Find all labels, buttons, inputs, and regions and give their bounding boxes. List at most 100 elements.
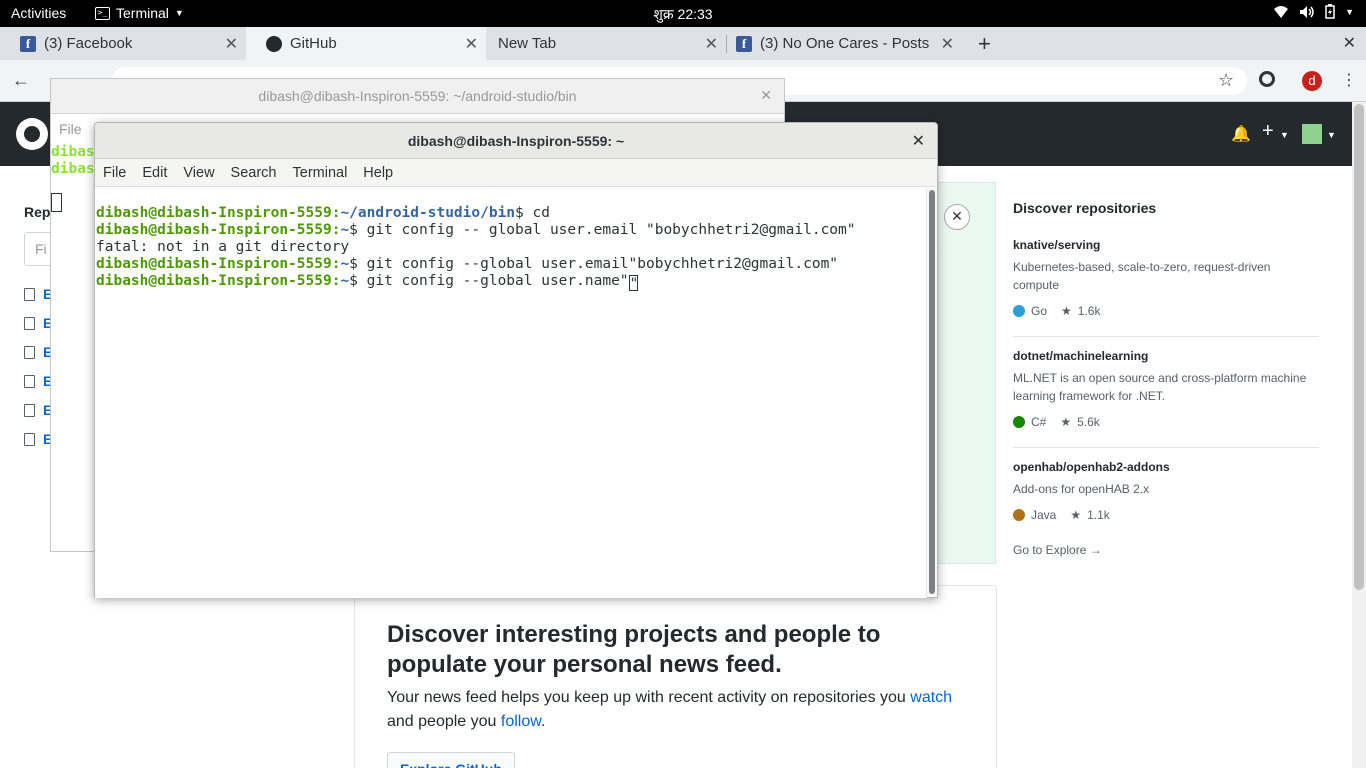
extension-icon[interactable] <box>1259 71 1275 87</box>
volume-icon <box>1300 5 1314 18</box>
repo-book-icon <box>24 316 35 330</box>
menu-search[interactable]: Search <box>231 165 286 181</box>
watch-link[interactable]: watch <box>910 689 952 706</box>
menu-view[interactable]: View <box>183 165 223 181</box>
repo-language: C# <box>1031 415 1047 429</box>
close-icon[interactable]: ✕ <box>941 34 954 54</box>
discover-description: Your news feed helps you keep up with re… <box>387 689 953 730</box>
repo-list-item[interactable]: E <box>24 315 52 331</box>
close-icon[interactable]: ✕ <box>944 204 970 230</box>
menu-help[interactable]: Help <box>363 165 402 181</box>
menu-edit[interactable]: Edit <box>142 165 176 181</box>
terminal-line: dibash@dibash-Inspiron-5559:~$ git confi… <box>96 256 839 272</box>
close-icon[interactable]: ✕ <box>705 34 718 54</box>
discover-repo-item: knative/serving Kubernetes-based, scale-… <box>1013 238 1319 337</box>
repo-book-icon <box>24 374 35 388</box>
window-close-icon[interactable]: ✕ <box>1343 33 1356 53</box>
system-tray[interactable]: ▼ <box>1273 4 1354 19</box>
tab-new-tab[interactable]: New Tab ✕ <box>486 27 726 60</box>
tab-no-one-cares[interactable]: f (3) No One Cares - Posts ✕ <box>726 27 966 60</box>
page-scrollbar-thumb[interactable] <box>1354 104 1364 590</box>
chevron-down-icon: ▼ <box>1327 130 1336 140</box>
repo-list-item[interactable]: E <box>24 431 52 447</box>
follow-link[interactable]: follow <box>501 713 541 730</box>
terminal-output[interactable]: dibash@dibash-Inspiron-5559:~/android-st… <box>95 188 927 598</box>
user-avatar[interactable] <box>1302 124 1322 144</box>
repo-name-link[interactable]: knative/serving <box>1013 238 1319 252</box>
browser-menu-icon[interactable]: ⋮ <box>1341 70 1357 90</box>
repo-name-link[interactable]: openhab/openhab2-addons <box>1013 460 1319 474</box>
terminal-line: dibas <box>51 161 95 177</box>
menu-file[interactable]: File <box>59 121 82 137</box>
terminal-window[interactable]: dibash@dibash-Inspiron-5559: ~ ✕ File Ed… <box>94 122 938 598</box>
repo-stars-link[interactable]: 1.1k <box>1087 508 1110 522</box>
terminal-icon: >_ <box>95 6 110 20</box>
chevron-down-icon: ▼ <box>1345 6 1354 17</box>
repo-stars-link[interactable]: 1.6k <box>1078 304 1101 318</box>
notifications-bell-icon[interactable]: 🔔 <box>1231 124 1251 144</box>
terminal-line: dibas <box>51 144 95 160</box>
tab-label: (3) No One Cares - Posts <box>760 35 930 52</box>
divider <box>1013 336 1319 337</box>
tab-label: (3) Facebook <box>44 35 133 52</box>
window-title[interactable]: dibash@dibash-Inspiron-5559: ~ <box>95 123 937 159</box>
repo-list-item[interactable]: E <box>24 373 52 389</box>
discover-repo-item: dotnet/machinelearning ML.NET is an open… <box>1013 349 1319 448</box>
repo-stars-link[interactable]: 5.6k <box>1077 415 1100 429</box>
discover-repositories-heading: Discover repositories <box>1013 200 1157 216</box>
language-dot <box>1013 305 1025 317</box>
repo-description: Kubernetes-based, scale-to-zero, request… <box>1013 260 1271 292</box>
repo-description: Add-ons for openHAB 2.x <box>1013 482 1150 496</box>
discover-heading: Discover interesting projects and people… <box>387 621 881 678</box>
bookmark-star-icon[interactable]: ☆ <box>1218 70 1234 91</box>
go-to-explore-link[interactable]: Go to Explore → <box>1013 543 1102 557</box>
tab-github[interactable]: GitHub ✕ <box>246 27 486 60</box>
window-title[interactable]: dibash@dibash-Inspiron-5559: ~/android-s… <box>51 79 784 114</box>
menu-file[interactable]: File <box>103 165 135 181</box>
app-menu[interactable]: >_ Terminal ▼ <box>95 5 184 21</box>
facebook-icon: f <box>20 35 36 52</box>
terminal-line: dibash@dibash-Inspiron-5559:~$ git confi… <box>96 222 856 238</box>
terminal-scrollbar-thumb[interactable] <box>929 190 935 594</box>
star-icon: ★ <box>1061 304 1072 318</box>
repo-list-item[interactable]: E <box>24 286 52 302</box>
repo-book-icon <box>24 287 35 301</box>
terminal-cursor: " <box>628 275 639 292</box>
chevron-down-icon: ▼ <box>1280 130 1289 140</box>
star-icon: ★ <box>1060 415 1072 429</box>
repo-list-item[interactable]: E <box>24 344 52 360</box>
repo-book-icon <box>24 403 35 417</box>
app-name: Terminal <box>116 5 169 21</box>
clock[interactable]: शुक्र 22:33 <box>0 5 1366 24</box>
tab-label: GitHub <box>290 35 337 52</box>
gnome-top-bar: Activities >_ Terminal ▼ शुक्र 22:33 ▼ <box>0 0 1366 27</box>
tab-facebook[interactable]: f (3) Facebook ✕ <box>0 27 246 60</box>
terminal-line: dibash@dibash-Inspiron-5559:~$ git confi… <box>96 273 639 292</box>
chevron-down-icon: ▼ <box>174 8 184 18</box>
close-icon[interactable]: ✕ <box>465 34 478 54</box>
back-arrow-icon[interactable]: ← <box>12 70 30 91</box>
repo-name-link[interactable]: dotnet/machinelearning <box>1013 349 1319 363</box>
terminal-line: dibash@dibash-Inspiron-5559:~/android-st… <box>96 205 550 221</box>
repo-list-item[interactable]: E <box>24 402 52 418</box>
discover-repo-item: openhab/openhab2-addons Add-ons for open… <box>1013 460 1319 522</box>
repo-book-icon <box>24 345 35 359</box>
tab-label: New Tab <box>498 35 557 52</box>
close-icon[interactable]: ✕ <box>225 34 238 54</box>
facebook-icon: f <box>736 35 752 52</box>
new-tab-button[interactable]: + <box>978 31 991 57</box>
terminal-cursor <box>51 193 62 212</box>
star-icon: ★ <box>1070 508 1082 522</box>
repo-book-icon <box>24 432 35 446</box>
activities-button[interactable]: Activities <box>11 5 66 21</box>
battery-icon <box>1325 4 1335 19</box>
close-icon[interactable]: ✕ <box>912 131 925 151</box>
explore-github-button[interactable]: Explore GitHub <box>387 752 515 768</box>
github-logo-icon[interactable] <box>16 118 48 150</box>
profile-avatar[interactable]: d <box>1302 71 1322 91</box>
repositories-heading: Rep <box>24 204 51 220</box>
language-dot <box>1013 416 1025 428</box>
create-new-icon[interactable]: + <box>1262 120 1274 143</box>
menu-terminal[interactable]: Terminal <box>293 165 357 181</box>
close-icon[interactable]: ✕ <box>760 87 772 104</box>
